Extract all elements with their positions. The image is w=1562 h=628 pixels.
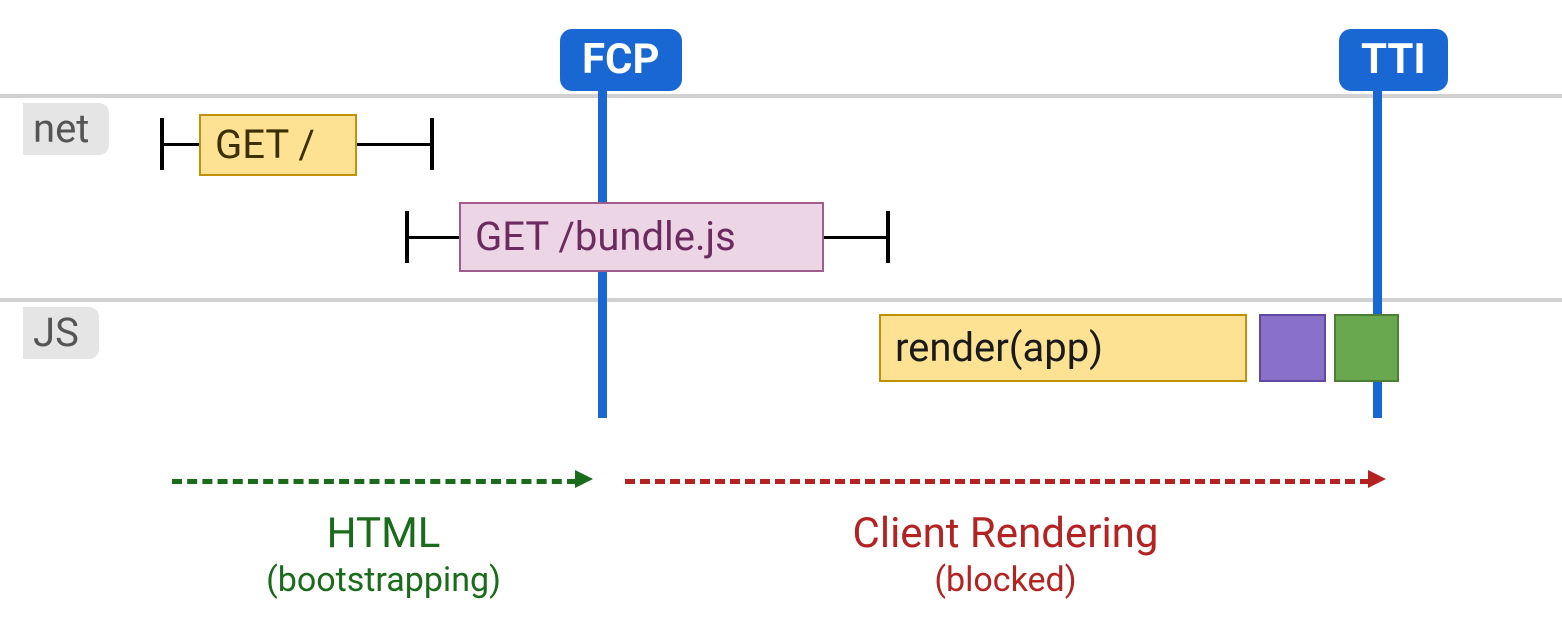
- phase-html-title: HTML: [172, 510, 595, 558]
- lane-divider-top: [0, 94, 1562, 98]
- tti-badge: TTI: [1339, 29, 1448, 91]
- get-root-whisker-cap-left: [160, 118, 164, 170]
- phase-client-arrowhead: [1368, 470, 1386, 488]
- lane-label-js: JS: [23, 307, 99, 359]
- lane-divider-bottom: [0, 298, 1562, 302]
- task-get-root: GET /: [199, 114, 357, 176]
- task-render-app: render(app): [879, 314, 1247, 382]
- lane-label-net: net: [23, 103, 109, 155]
- phase-html-arrowhead: [575, 470, 593, 488]
- phase-client-arrow: [625, 479, 1370, 484]
- get-root-whisker-cap-right: [430, 118, 434, 170]
- fcp-badge: FCP: [560, 29, 682, 91]
- task-purple-block: [1259, 314, 1326, 382]
- get-bundle-whisker-cap-right: [886, 211, 890, 263]
- timeline-diagram: net JS FCP TTI GET / GET /bundle.js rend…: [0, 0, 1562, 628]
- phase-client-sub: (blocked): [625, 560, 1386, 600]
- phase-html-sub: (bootstrapping): [172, 560, 595, 600]
- task-green-block: [1334, 314, 1399, 382]
- phase-html-arrow: [172, 479, 577, 484]
- phase-client-title: Client Rendering: [625, 510, 1386, 558]
- get-bundle-whisker-cap-left: [405, 211, 409, 263]
- task-get-bundle: GET /bundle.js: [459, 202, 824, 272]
